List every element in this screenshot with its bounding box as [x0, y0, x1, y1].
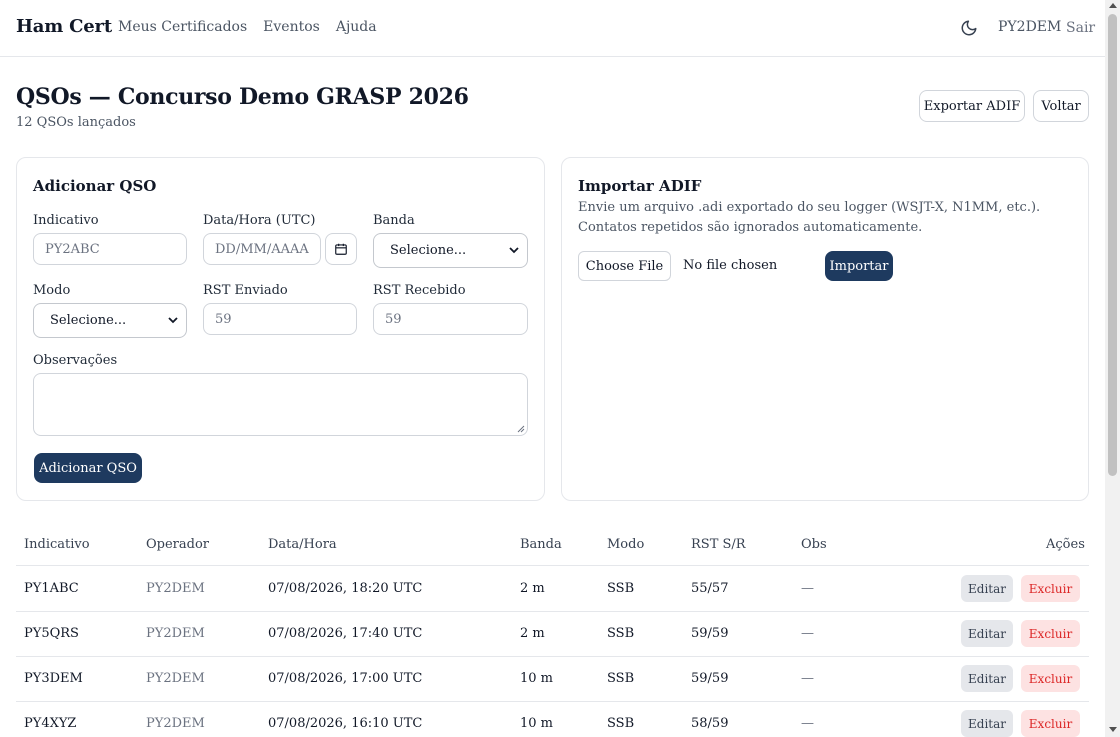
col-actions: Ações — [1046, 537, 1085, 552]
nav-my-certificates[interactable]: Meus Certificados — [118, 19, 247, 35]
edit-button[interactable]: Editar — [961, 710, 1013, 737]
row-band: 2 m — [520, 626, 545, 641]
mode-select-value: Selecione... — [50, 313, 127, 328]
datetime-input[interactable] — [203, 233, 321, 265]
row-band: 10 m — [520, 671, 554, 686]
callsign-input[interactable] — [33, 233, 187, 265]
row-obs: — — [801, 716, 814, 731]
row-obs: — — [801, 671, 814, 686]
col-operator: Operador — [146, 537, 210, 552]
row-datetime: 07/08/2026, 17:00 UTC — [268, 671, 423, 686]
logout-link[interactable]: Sair — [1066, 20, 1095, 36]
chevron-down-icon — [509, 247, 519, 254]
row-obs: — — [801, 626, 814, 641]
row-rst: 59/59 — [691, 671, 729, 686]
col-callsign: Indicativo — [24, 537, 90, 552]
mode-label: Modo — [33, 283, 71, 298]
back-button[interactable]: Voltar — [1033, 90, 1089, 122]
table-row: PY5QRS PY2DEM 07/08/2026, 17:40 UTC 2 m … — [16, 612, 1089, 657]
scroll-thumb[interactable] — [1108, 14, 1117, 476]
edit-button[interactable]: Editar — [961, 665, 1013, 692]
import-button[interactable]: Importar — [825, 251, 893, 281]
add-qso-title: Adicionar QSO — [33, 177, 157, 195]
row-operator: PY2DEM — [146, 716, 205, 731]
row-rst: 58/59 — [691, 716, 729, 731]
file-status: No file chosen — [683, 258, 778, 273]
brand-logo[interactable]: Ham Cert — [16, 16, 112, 37]
edit-button[interactable]: Editar — [961, 575, 1013, 602]
choose-file-button[interactable]: Choose File — [578, 251, 671, 281]
row-mode: SSB — [607, 716, 635, 731]
row-operator: PY2DEM — [146, 626, 205, 641]
col-datetime: Data/Hora — [268, 537, 337, 552]
rst-received-label: RST Recebido — [373, 283, 466, 298]
callsign-label: Indicativo — [33, 213, 99, 228]
rst-sent-label: RST Enviado — [203, 283, 288, 298]
import-adif-card: Importar ADIF Envie um arquivo .adi expo… — [561, 157, 1089, 501]
row-callsign: PY5QRS — [24, 626, 79, 641]
table-row: PY3DEM PY2DEM 07/08/2026, 17:00 UTC 10 m… — [16, 657, 1089, 702]
notes-label: Observações — [33, 353, 118, 368]
calendar-icon — [335, 243, 347, 255]
page-title: QSOs — Concurso Demo GRASP 2026 — [16, 84, 469, 110]
delete-button[interactable]: Excluir — [1021, 710, 1080, 737]
main-nav: Meus Certificados Eventos Ajuda — [118, 19, 377, 35]
qso-table-header: Indicativo Operador Data/Hora Banda Modo… — [16, 523, 1089, 566]
top-navbar: Ham Cert Meus Certificados Eventos Ajuda… — [0, 0, 1105, 57]
row-band: 10 m — [520, 716, 554, 731]
col-rst: RST S/R — [691, 537, 746, 552]
row-rst: 59/59 — [691, 626, 729, 641]
col-obs: Obs — [801, 537, 827, 552]
chevron-down-icon — [168, 317, 178, 324]
row-obs: — — [801, 581, 814, 596]
add-qso-card: Adicionar QSO Indicativo Data/Hora (UTC)… — [16, 157, 545, 501]
nav-events[interactable]: Eventos — [263, 19, 320, 35]
nav-help[interactable]: Ajuda — [336, 19, 377, 35]
add-qso-button[interactable]: Adicionar QSO — [34, 453, 142, 483]
moon-icon[interactable] — [960, 19, 978, 37]
row-mode: SSB — [607, 671, 635, 686]
row-band: 2 m — [520, 581, 545, 596]
row-callsign: PY1ABC — [24, 581, 79, 596]
row-datetime: 07/08/2026, 17:40 UTC — [268, 626, 423, 641]
row-operator: PY2DEM — [146, 671, 205, 686]
row-callsign: PY3DEM — [24, 671, 83, 686]
rst-received-input[interactable] — [373, 303, 528, 335]
delete-button[interactable]: Excluir — [1021, 665, 1080, 692]
col-band: Banda — [520, 537, 562, 552]
table-row: PY4XYZ PY2DEM 07/08/2026, 16:10 UTC 10 m… — [16, 702, 1089, 737]
row-datetime: 07/08/2026, 16:10 UTC — [268, 716, 423, 731]
datetime-label: Data/Hora (UTC) — [203, 213, 316, 228]
edit-button[interactable]: Editar — [961, 620, 1013, 647]
export-adif-button[interactable]: Exportar ADIF — [919, 90, 1025, 122]
rst-sent-input[interactable] — [203, 303, 357, 335]
band-select-value: Selecione... — [390, 243, 467, 258]
import-description: Envie um arquivo .adi exportado do seu l… — [578, 200, 1041, 235]
delete-button[interactable]: Excluir — [1021, 575, 1080, 602]
resize-handle-icon[interactable] — [517, 425, 525, 433]
row-callsign: PY4XYZ — [24, 716, 77, 731]
col-mode: Modo — [607, 537, 645, 552]
delete-button[interactable]: Excluir — [1021, 620, 1080, 647]
band-select[interactable]: Selecione... — [373, 233, 528, 268]
calendar-picker-button[interactable] — [325, 233, 357, 265]
notes-textarea[interactable] — [33, 373, 528, 436]
mode-select[interactable]: Selecione... — [33, 303, 187, 338]
page-scrollbar[interactable] — [1105, 0, 1120, 737]
table-row: PY1ABC PY2DEM 07/08/2026, 18:20 UTC 2 m … — [16, 567, 1089, 612]
import-adif-title: Importar ADIF — [578, 177, 702, 195]
qso-count: 12 QSOs lançados — [16, 115, 136, 130]
scroll-down-arrow-icon[interactable] — [1109, 727, 1117, 732]
row-mode: SSB — [607, 626, 635, 641]
band-label: Banda — [373, 213, 415, 228]
row-rst: 55/57 — [691, 581, 729, 596]
row-datetime: 07/08/2026, 18:20 UTC — [268, 581, 423, 596]
user-callsign[interactable]: PY2DEM — [998, 19, 1061, 35]
row-mode: SSB — [607, 581, 635, 596]
scroll-up-arrow-icon[interactable] — [1109, 3, 1117, 8]
row-operator: PY2DEM — [146, 581, 205, 596]
